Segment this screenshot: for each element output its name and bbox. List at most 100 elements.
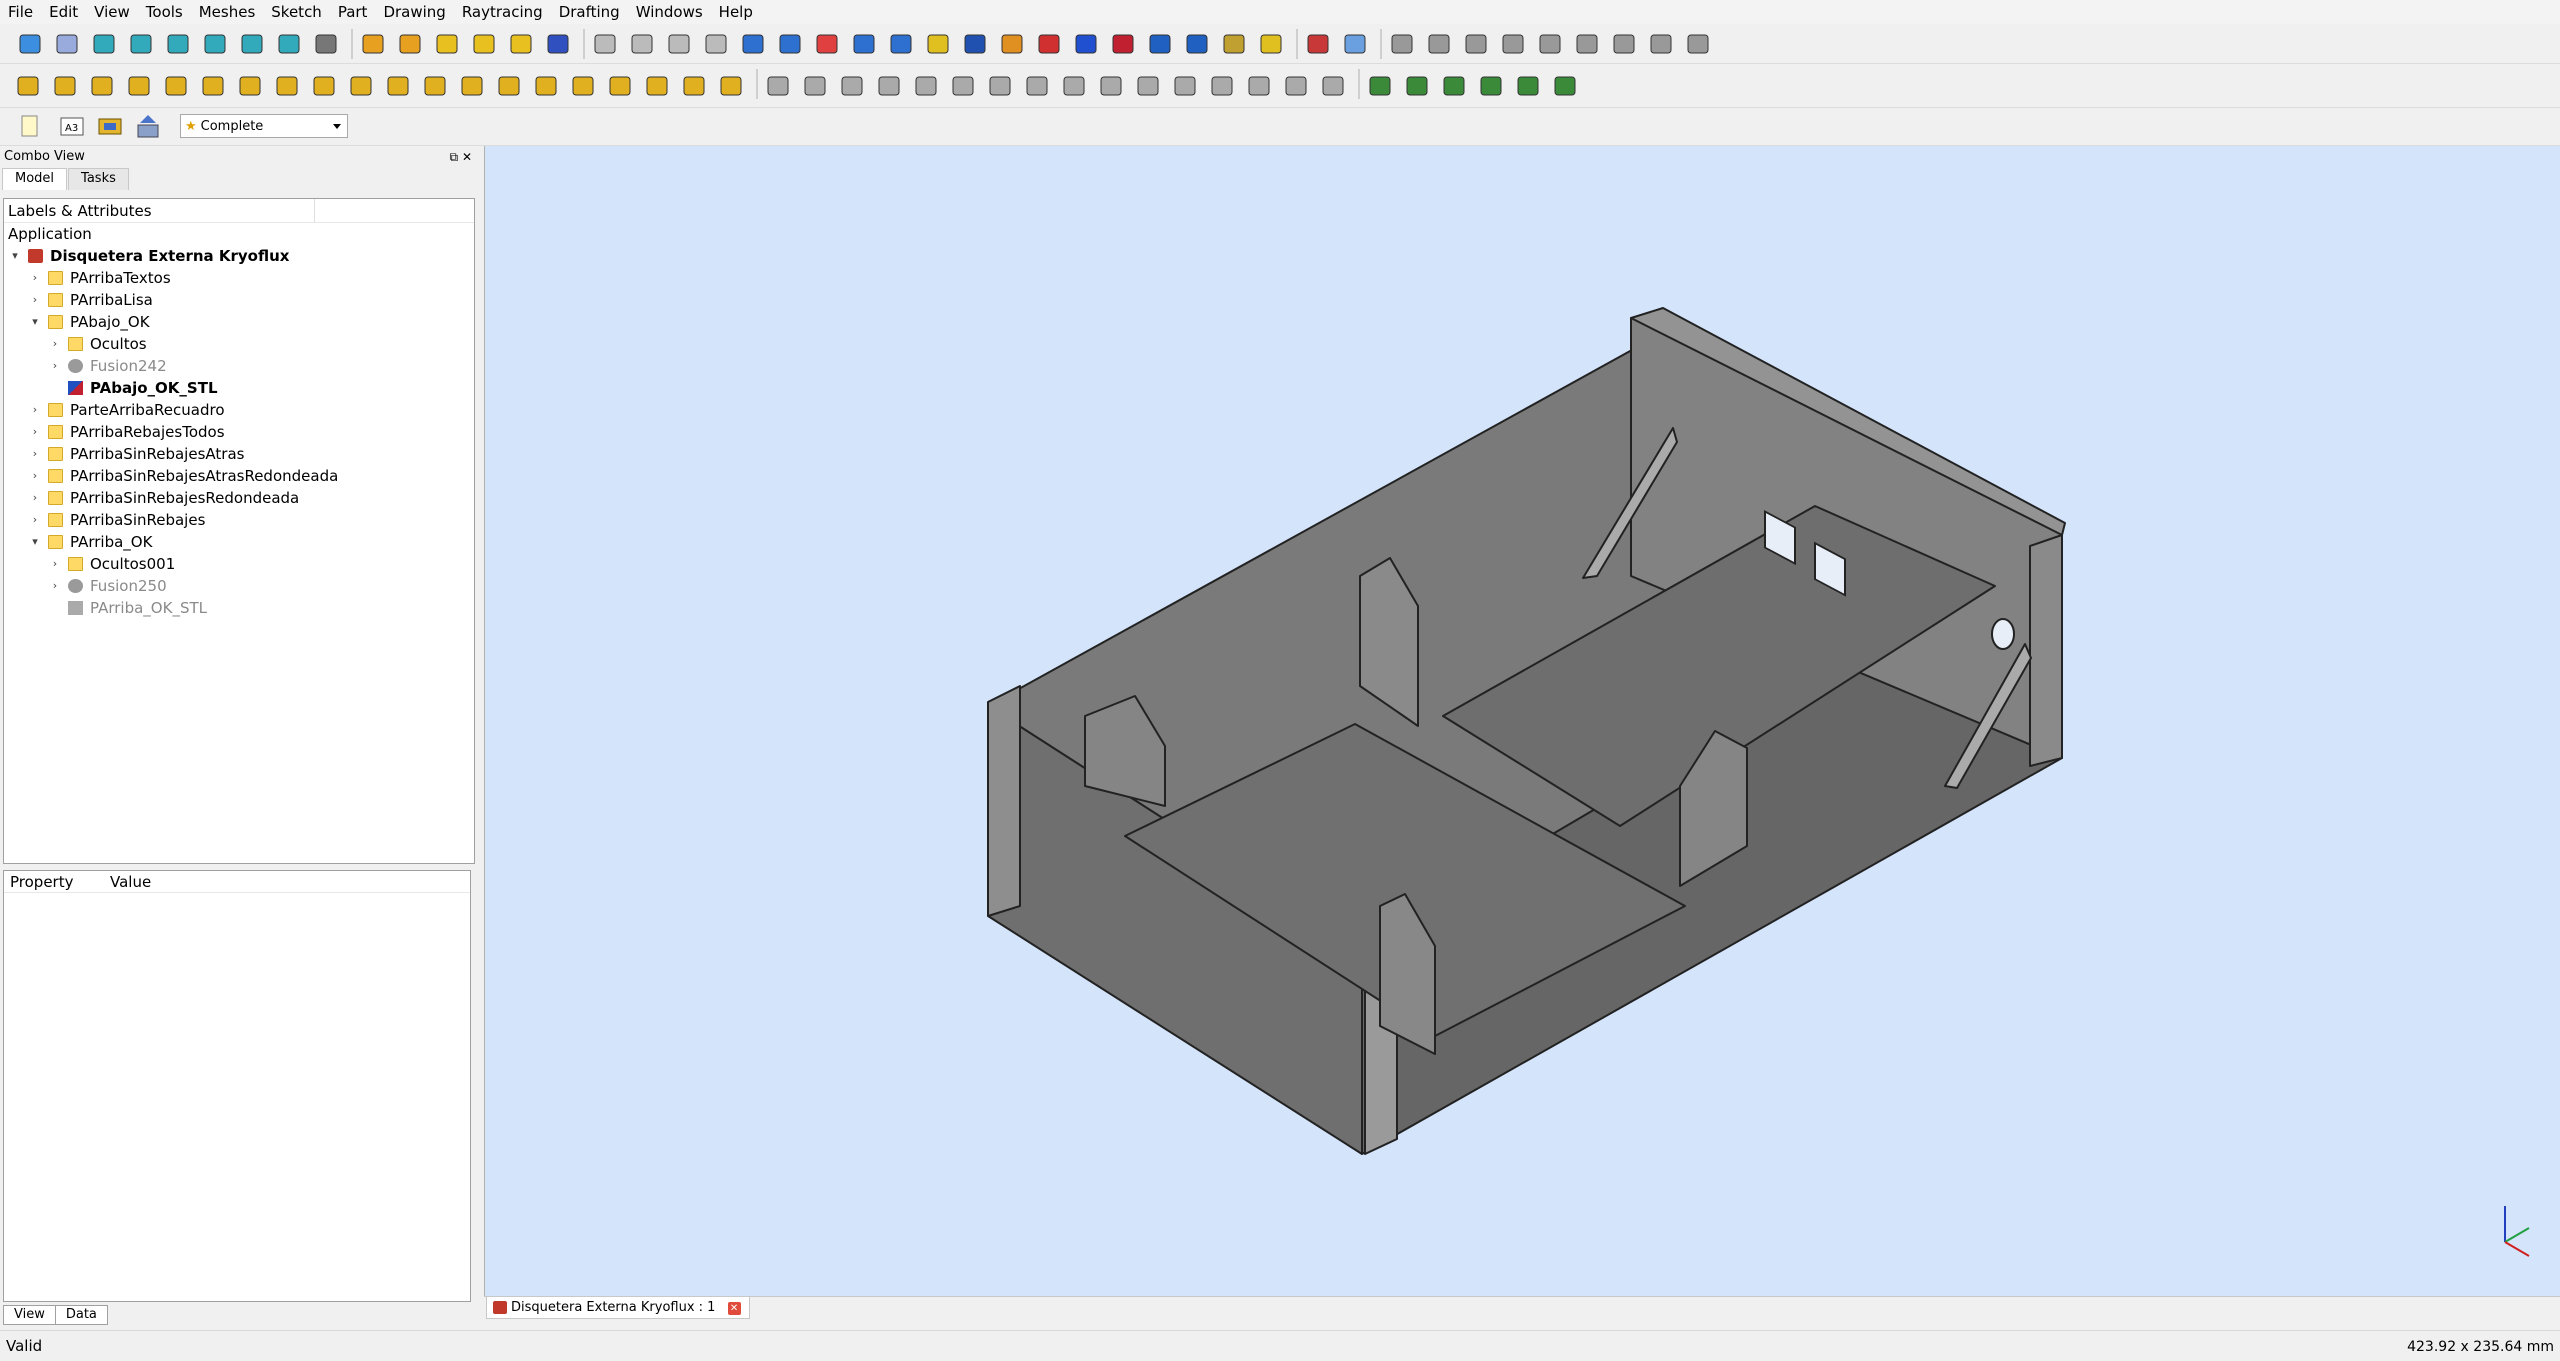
3d-viewport[interactable] bbox=[484, 146, 2560, 1296]
workbench-selector[interactable]: ★ Complete bbox=[180, 114, 348, 138]
rear-view-icon[interactable] bbox=[201, 30, 229, 58]
cut-icon[interactable] bbox=[591, 30, 619, 58]
dimension-icon[interactable] bbox=[1573, 30, 1601, 58]
shape-builder-icon[interactable] bbox=[1220, 30, 1248, 58]
fillet-icon[interactable] bbox=[850, 30, 878, 58]
float-icon[interactable]: ⧉ bbox=[450, 150, 459, 164]
point-icon[interactable] bbox=[1388, 30, 1416, 58]
arrow-right-icon[interactable] bbox=[1551, 72, 1579, 100]
tab-data[interactable]: Data bbox=[54, 1305, 108, 1325]
menu-part[interactable]: Part bbox=[330, 0, 376, 24]
thickness-icon[interactable] bbox=[1183, 30, 1211, 58]
scale-icon[interactable] bbox=[569, 72, 597, 100]
chevron-right-icon[interactable]: › bbox=[48, 355, 62, 377]
menu-meshes[interactable]: Meshes bbox=[191, 0, 264, 24]
angle-icon[interactable] bbox=[1319, 72, 1347, 100]
tree-item[interactable]: › PArribaSinRebajesAtras bbox=[4, 443, 474, 465]
tree-item[interactable]: › PArribaSinRebajesRedondeada bbox=[4, 487, 474, 509]
loft-icon[interactable] bbox=[1109, 30, 1137, 58]
bspline-icon[interactable] bbox=[51, 72, 79, 100]
tree-item[interactable]: PAbajo_OK_STL bbox=[4, 377, 474, 399]
line-icon[interactable] bbox=[1499, 30, 1527, 58]
tree-item[interactable]: ▾ PAbajo_OK bbox=[4, 311, 474, 333]
chevron-right-icon[interactable]: › bbox=[28, 267, 42, 289]
clone-icon[interactable] bbox=[717, 72, 745, 100]
symmetric-icon[interactable] bbox=[1023, 72, 1051, 100]
upgrade-icon[interactable] bbox=[495, 72, 523, 100]
tree-item[interactable]: › Fusion250 bbox=[4, 575, 474, 597]
arc-icon[interactable] bbox=[1425, 30, 1453, 58]
menu-windows[interactable]: Windows bbox=[628, 0, 711, 24]
tab-model[interactable]: Model bbox=[2, 168, 68, 190]
document-tab[interactable]: Disquetera Externa Kryoflux : 1 ✕ bbox=[486, 1297, 750, 1319]
tree-item[interactable]: › PArribaRebajesTodos bbox=[4, 421, 474, 443]
add-feature-icon[interactable] bbox=[924, 30, 952, 58]
offset-icon[interactable] bbox=[1647, 30, 1675, 58]
equal-icon[interactable] bbox=[1060, 72, 1088, 100]
edit-icon[interactable] bbox=[606, 72, 634, 100]
menu-raytracing[interactable]: Raytracing bbox=[454, 0, 551, 24]
chevron-down-icon[interactable]: ▾ bbox=[28, 311, 42, 333]
chevron-down-icon[interactable]: ▾ bbox=[8, 245, 22, 267]
raytrace-icon[interactable] bbox=[1514, 72, 1542, 100]
tree-item[interactable]: › ParteArribaRecuadro bbox=[4, 399, 474, 421]
box-icon[interactable] bbox=[1536, 30, 1564, 58]
tree-item[interactable]: ▾ Disquetera Externa Kryoflux bbox=[4, 245, 474, 267]
hole-icon[interactable] bbox=[1035, 30, 1063, 58]
chevron-right-icon[interactable]: › bbox=[48, 575, 62, 597]
tree-item[interactable]: › PArribaTextos bbox=[4, 267, 474, 289]
validate-icon[interactable] bbox=[1366, 72, 1394, 100]
radius-icon[interactable] bbox=[1282, 72, 1310, 100]
coincident-icon[interactable] bbox=[1097, 72, 1125, 100]
distance-x-icon[interactable] bbox=[1171, 72, 1199, 100]
tree-item[interactable]: › PArribaSinRebajesAtrasRedondeada bbox=[4, 465, 474, 487]
chevron-right-icon[interactable]: › bbox=[28, 289, 42, 311]
rectangle-icon[interactable] bbox=[162, 72, 190, 100]
dimension-draft-icon[interactable] bbox=[310, 72, 338, 100]
chevron-down-icon[interactable]: ▾ bbox=[28, 531, 42, 553]
menu-file[interactable]: File bbox=[0, 0, 41, 24]
tree-item[interactable]: › PArribaLisa bbox=[4, 289, 474, 311]
mesh-tools-icon[interactable] bbox=[1440, 72, 1468, 100]
menu-drafting[interactable]: Drafting bbox=[551, 0, 628, 24]
compound-icon[interactable] bbox=[1257, 30, 1285, 58]
vertical-icon[interactable] bbox=[875, 72, 903, 100]
rotate-icon[interactable] bbox=[384, 72, 412, 100]
common-icon[interactable] bbox=[665, 30, 693, 58]
extrude-icon[interactable] bbox=[739, 30, 767, 58]
distance-y-icon[interactable] bbox=[1208, 72, 1236, 100]
pdf-icon[interactable] bbox=[1304, 30, 1332, 58]
chevron-right-icon[interactable]: › bbox=[48, 553, 62, 575]
arc-draft-icon[interactable] bbox=[125, 72, 153, 100]
parallel-icon[interactable] bbox=[949, 72, 977, 100]
tree-item[interactable]: › Fusion242 bbox=[4, 355, 474, 377]
point-constraint-icon[interactable] bbox=[801, 72, 829, 100]
distance-icon[interactable] bbox=[1245, 72, 1273, 100]
chevron-right-icon[interactable]: › bbox=[28, 443, 42, 465]
perpendicular-icon[interactable] bbox=[986, 72, 1014, 100]
menu-help[interactable]: Help bbox=[711, 0, 761, 24]
fuse-icon[interactable] bbox=[628, 30, 656, 58]
export-page-icon[interactable] bbox=[134, 113, 162, 141]
axonometric-icon[interactable] bbox=[53, 30, 81, 58]
tree-item[interactable]: › PArribaSinRebajes bbox=[4, 509, 474, 531]
tangent-icon[interactable] bbox=[838, 72, 866, 100]
menu-sketch[interactable]: Sketch bbox=[263, 0, 330, 24]
trim-icon[interactable] bbox=[1610, 30, 1638, 58]
measure-icon[interactable] bbox=[312, 30, 340, 58]
fillet-draft-icon[interactable] bbox=[236, 72, 264, 100]
export-icon[interactable] bbox=[1341, 30, 1369, 58]
pad-icon[interactable] bbox=[961, 30, 989, 58]
top-view-icon[interactable] bbox=[127, 30, 155, 58]
chevron-right-icon[interactable]: › bbox=[28, 399, 42, 421]
move-icon[interactable] bbox=[347, 72, 375, 100]
drawing-a3-icon[interactable]: A3 bbox=[58, 113, 86, 141]
cylinder-icon[interactable] bbox=[396, 30, 424, 58]
construction-icon[interactable] bbox=[764, 72, 792, 100]
tab-tasks[interactable]: Tasks bbox=[68, 168, 129, 190]
wire-icon[interactable] bbox=[643, 72, 671, 100]
mirror-icon[interactable] bbox=[813, 30, 841, 58]
chamfer-icon[interactable] bbox=[887, 30, 915, 58]
chevron-right-icon[interactable]: › bbox=[28, 509, 42, 531]
tab-view[interactable]: View bbox=[3, 1305, 56, 1325]
